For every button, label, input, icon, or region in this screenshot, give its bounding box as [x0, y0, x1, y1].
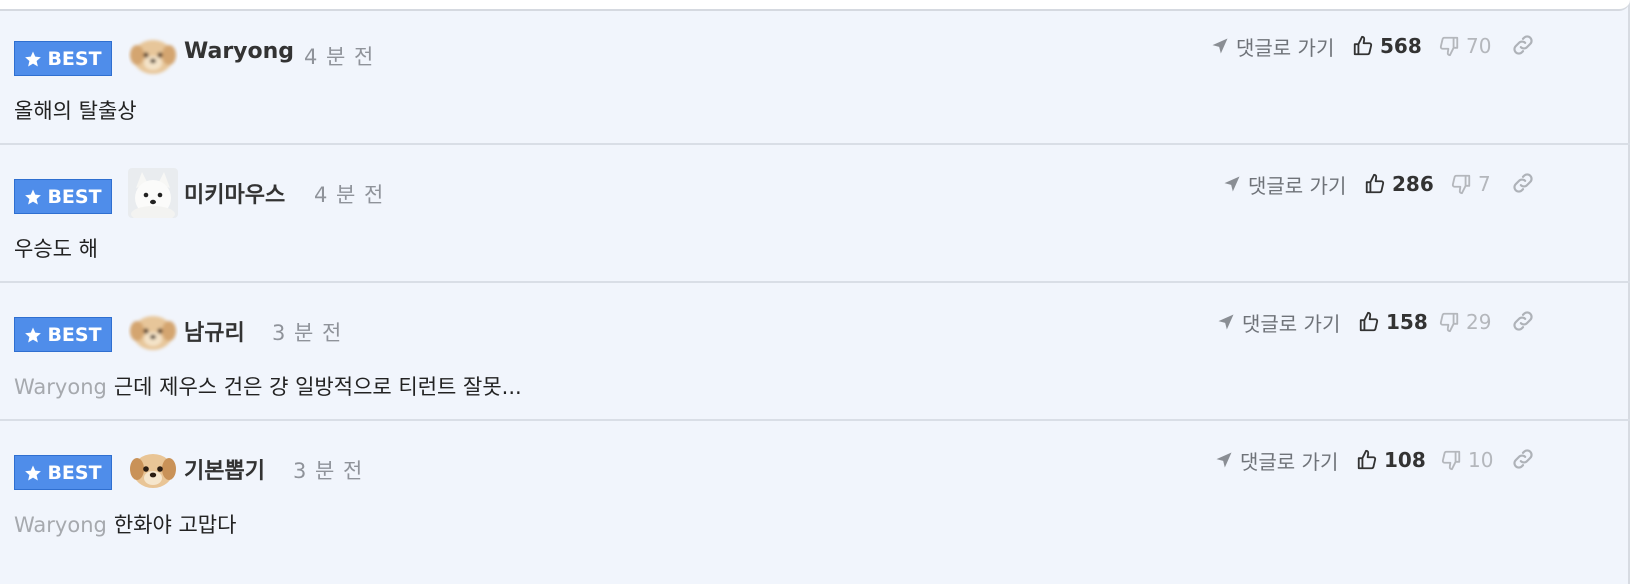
arrow-pointer-icon [1224, 176, 1240, 192]
best-comment: BEST 기본뽑기 3 분 전 Waryong 한화야 고맙다 댓글로 가기 1… [0, 414, 1630, 559]
puppy-avatar-icon [128, 306, 178, 356]
comment-list-panel: BEST Waryong 4 분 전 올해의 탈출상 댓글로 가기 568 70… [0, 0, 1630, 584]
comment-text: 한화야 고맙다 [113, 513, 237, 537]
best-comment: BEST 미키마우스 4 분 전 우승도 해 댓글로 가기 286 7 [0, 138, 1630, 283]
best-badge-label: BEST [47, 323, 102, 346]
thumbs-up-icon [1353, 35, 1373, 56]
star-icon [25, 327, 42, 342]
dislike-button[interactable]: 29 [1438, 309, 1491, 335]
comment-body: Waryong 근데 제우스 건은 걍 일방적으로 티런트 잘못... [14, 371, 522, 401]
dislike-count: 7 [1478, 172, 1491, 196]
best-badge-label: BEST [47, 47, 102, 70]
star-icon [25, 51, 42, 66]
username[interactable]: 미키마우스 [184, 177, 285, 209]
dislike-count: 10 [1468, 448, 1494, 472]
avatar[interactable] [128, 306, 178, 356]
avatar[interactable] [128, 444, 178, 494]
thumbs-up-icon [1357, 449, 1377, 470]
goto-comment-label: 댓글로 가기 [1248, 173, 1347, 198]
best-comment: BEST Waryong 4 분 전 올해의 탈출상 댓글로 가기 568 70 [0, 0, 1630, 145]
best-badge: BEST [14, 179, 112, 214]
like-button[interactable]: 568 [1352, 33, 1422, 59]
thumbs-down-icon [1439, 36, 1459, 57]
best-badge-label: BEST [47, 461, 102, 484]
arrow-pointer-icon [1218, 314, 1234, 330]
arrow-pointer-icon [1212, 38, 1228, 54]
comment-body: Waryong 한화야 고맙다 [14, 509, 236, 539]
like-button[interactable]: 108 [1356, 447, 1426, 473]
comment-text: 우승도 해 [14, 237, 98, 261]
thumbs-up-icon [1365, 173, 1385, 194]
best-comment: BEST 남규리 3 분 전 Waryong근데 제우스 건은 걍 일방적으로 [0, 276, 1630, 421]
dislike-button[interactable]: 70 [1438, 33, 1491, 59]
like-count: 286 [1392, 172, 1434, 196]
goto-comment-label: 댓글로 가기 [1240, 449, 1339, 474]
dislike-button[interactable]: 10 [1440, 447, 1493, 473]
comment-body: 우승도 해 [14, 233, 98, 263]
best-badge: BEST [14, 317, 112, 352]
puppy-avatar-icon [128, 30, 178, 80]
best-badge: BEST [14, 455, 112, 490]
link-icon[interactable] [1510, 308, 1536, 334]
timestamp: 3 분 전 [272, 321, 343, 345]
comment-text: 올해의 탈출상 [14, 99, 137, 123]
mention[interactable]: Waryong [14, 375, 107, 399]
like-button[interactable]: 286 [1364, 171, 1434, 197]
goto-comment-link[interactable]: 댓글로 가기 [1222, 171, 1347, 198]
like-count: 158 [1386, 310, 1428, 334]
star-icon [25, 465, 42, 480]
username[interactable]: 기본뽑기 [184, 453, 265, 485]
like-button[interactable]: 158 [1358, 309, 1428, 335]
avatar[interactable] [128, 168, 178, 218]
link-icon[interactable] [1510, 32, 1536, 58]
timestamp: 4 분 전 [314, 183, 385, 207]
white-dog-avatar-icon [128, 168, 178, 218]
timestamp: 4 분 전 [304, 45, 375, 69]
goto-comment-link[interactable]: 댓글로 가기 [1210, 33, 1335, 60]
dislike-button[interactable]: 7 [1450, 171, 1491, 197]
comment-text: 근데 제우스 건은 걍 일방적으로 티런트 잘못... [113, 375, 522, 399]
avatar[interactable] [128, 30, 178, 80]
thumbs-down-icon [1441, 450, 1461, 471]
link-icon[interactable] [1510, 446, 1536, 472]
goto-comment-label: 댓글로 가기 [1236, 35, 1335, 60]
thumbs-down-icon [1439, 312, 1459, 333]
dislike-count: 29 [1466, 310, 1492, 334]
best-badge: BEST [14, 41, 112, 76]
username[interactable]: 남규리 [184, 315, 245, 347]
goto-comment-link[interactable]: 댓글로 가기 [1214, 447, 1339, 474]
goto-comment-label: 댓글로 가기 [1242, 311, 1341, 336]
arrow-pointer-icon [1216, 452, 1232, 468]
mention[interactable]: Waryong [14, 513, 107, 537]
goto-comment-link[interactable]: 댓글로 가기 [1216, 309, 1341, 336]
best-badge-label: BEST [47, 185, 102, 208]
username[interactable]: Waryong [184, 39, 294, 64]
like-count: 568 [1380, 34, 1422, 58]
thumbs-down-icon [1451, 174, 1471, 195]
puppy-avatar-icon [128, 444, 178, 494]
thumbs-up-icon [1359, 311, 1379, 332]
like-count: 108 [1384, 448, 1426, 472]
star-icon [25, 189, 42, 204]
dislike-count: 70 [1466, 34, 1492, 58]
comment-body: 올해의 탈출상 [14, 95, 137, 125]
timestamp: 3 분 전 [293, 459, 364, 483]
link-icon[interactable] [1510, 170, 1536, 196]
